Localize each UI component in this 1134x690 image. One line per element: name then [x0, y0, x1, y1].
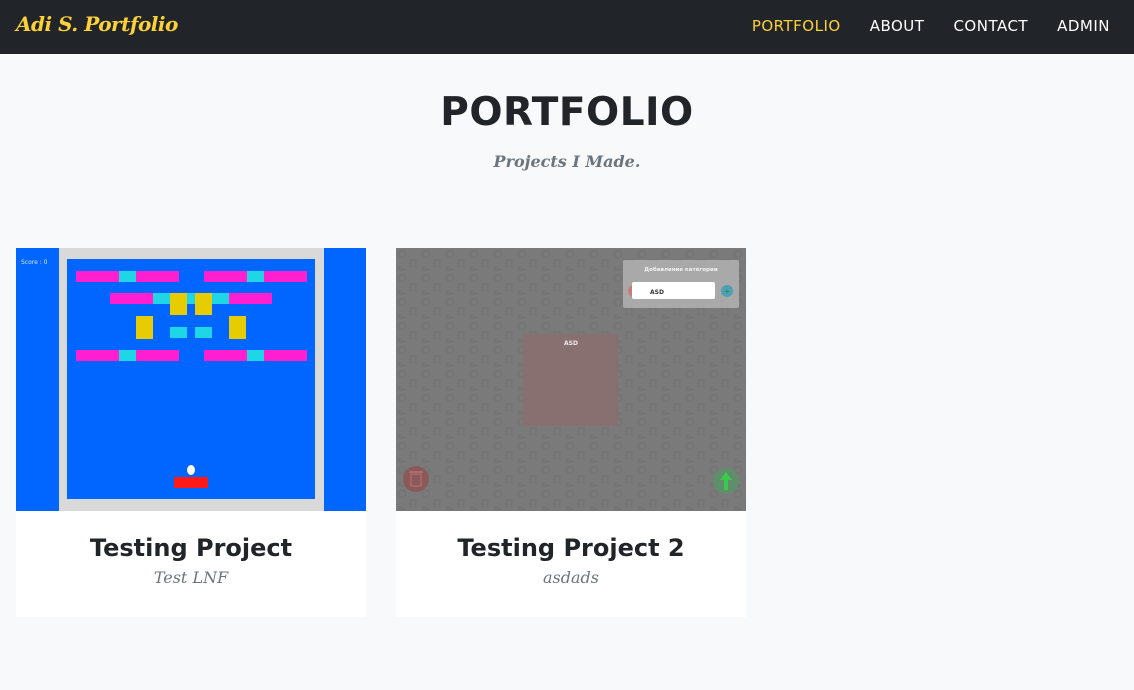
category-box-label: ASD	[564, 340, 578, 347]
nav-link-about[interactable]: ABOUT	[870, 17, 925, 35]
breakout-game-screenshot: Score : 0	[16, 248, 366, 511]
navbar: Adi S. Portfolio PORTFOLIO ABOUT CONTACT…	[0, 0, 1134, 54]
project-card-1[interactable]: Score : 0 Testing Project Test LNF	[16, 248, 366, 617]
nav-link-admin[interactable]: ADMIN	[1057, 17, 1110, 35]
nav-link-portfolio[interactable]: PORTFOLIO	[752, 17, 841, 35]
project-title-1[interactable]: Testing Project	[16, 534, 366, 562]
dialog-title: Добавление категории	[644, 266, 718, 273]
score-text: Score : 0	[21, 259, 48, 266]
brand-logo[interactable]: Adi S. Portfolio	[16, 12, 178, 36]
nav-links: PORTFOLIO ABOUT CONTACT ADMIN	[723, 17, 1110, 35]
project-subtitle-2: asdads	[543, 568, 599, 587]
nav-link-contact[interactable]: CONTACT	[953, 17, 1028, 35]
section-heading: PORTFOLIO	[440, 90, 694, 135]
project-thumbnail-2[interactable]: Добавление категории ASD + ASD	[396, 248, 746, 511]
section-subheading: Projects I Made.	[493, 152, 641, 171]
project-thumbnail-1[interactable]: Score : 0	[16, 248, 366, 511]
dialog-input-value: ASD	[650, 289, 664, 296]
project-title-2[interactable]: Testing Project 2	[396, 534, 746, 562]
project-card-2[interactable]: Добавление категории ASD + ASD Testing P…	[396, 248, 746, 617]
project-subtitle-1: Test LNF	[153, 568, 229, 587]
svg-text:+: +	[724, 287, 731, 296]
app-screenshot: Добавление категории ASD + ASD	[396, 248, 746, 511]
